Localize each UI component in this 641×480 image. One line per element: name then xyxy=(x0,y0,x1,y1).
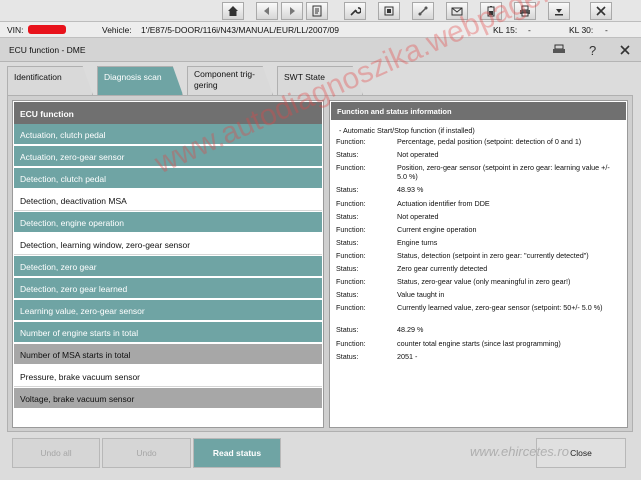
window-header: ECU function - DME ? xyxy=(0,38,641,62)
info-value: Not operated xyxy=(397,150,439,159)
tab-label: Component trig- gering xyxy=(194,69,255,90)
info-key: Function: xyxy=(336,163,366,172)
ecu-row-detection-zero-gear-learned[interactable]: Detection, zero gear learned xyxy=(14,278,322,299)
print-icon[interactable] xyxy=(514,2,536,20)
info-value: 48.29 % xyxy=(397,325,424,334)
tab-identification[interactable]: Identification xyxy=(7,66,93,95)
info-value: Zero gear currently detected xyxy=(397,264,488,273)
ecu-function-header: ECU function xyxy=(14,102,322,124)
ecu-row-detection-clutch-pedal[interactable]: Detection, clutch pedal xyxy=(14,168,322,189)
info-value: Percentage, pedal position (setpoint: de… xyxy=(397,137,582,146)
info-key: Status: xyxy=(336,352,359,361)
info-value: 48.93 % xyxy=(397,185,424,194)
kl15-value: - xyxy=(528,25,531,35)
vin-redaction xyxy=(28,25,66,34)
tab-diagnosis-scan[interactable]: Diagnosis scan xyxy=(97,66,183,95)
close-icon[interactable] xyxy=(590,2,612,20)
ecu-row-voltage-brake-vacuum[interactable]: Voltage, brake vacuum sensor xyxy=(14,388,322,409)
vehicle-label: Vehicle: xyxy=(102,25,132,35)
undo-button[interactable]: Undo xyxy=(102,438,191,468)
ecu-row-detection-zero-gear[interactable]: Detection, zero gear xyxy=(14,256,322,277)
undo-all-button[interactable]: Undo all xyxy=(12,438,100,468)
info-key: Status: xyxy=(336,150,359,159)
ecu-row-actuation-zero-gear-sensor[interactable]: Actuation, zero-gear sensor xyxy=(14,146,322,167)
function-icon[interactable] xyxy=(378,2,400,20)
info-value: counter total engine starts (since last … xyxy=(397,339,561,348)
tab-swt-state[interactable]: SWT State xyxy=(277,66,363,95)
info-value: Current engine operation xyxy=(397,225,477,234)
kl30-label: KL 30: xyxy=(569,25,594,35)
info-key: Status: xyxy=(336,185,359,194)
info-key: Function: xyxy=(336,137,366,146)
info-value: Status, zero-gear value (only meaningful… xyxy=(397,277,571,286)
info-value: 2051 - xyxy=(397,352,418,361)
info-key: Function: xyxy=(336,251,366,260)
main-toolbar xyxy=(0,0,641,22)
info-key: Function: xyxy=(336,225,366,234)
ecu-row-pressure-brake-vacuum[interactable]: Pressure, brake vacuum sensor xyxy=(14,366,322,387)
ecu-row-detection-engine-operation[interactable]: Detection, engine operation xyxy=(14,212,322,233)
help-icon[interactable]: ? xyxy=(583,41,603,59)
vehicle-value: 1'/E87/5-DOOR/116i/N43/MANUAL/EUR/LL/200… xyxy=(141,25,340,35)
read-status-button[interactable]: Read status xyxy=(193,438,281,468)
svg-text:?: ? xyxy=(589,43,596,57)
ecu-row-actuation-clutch-pedal[interactable]: Actuation, clutch pedal xyxy=(14,124,322,145)
info-key: Status: xyxy=(336,238,359,247)
ecu-row-detection-deactivation-msa[interactable]: Detection, deactivation MSA xyxy=(14,190,322,211)
info-value: Actuation identifier from DDE xyxy=(397,199,490,208)
document-icon[interactable] xyxy=(306,2,328,20)
tab-label: Identification xyxy=(14,72,62,82)
mail-icon[interactable] xyxy=(446,2,468,20)
print-window-icon[interactable] xyxy=(549,41,569,59)
window-close-icon[interactable] xyxy=(615,41,635,59)
info-key: Status: xyxy=(336,264,359,273)
window-title: ECU function - DME xyxy=(9,45,86,55)
status-info-panel: Function and status information - Automa… xyxy=(329,100,628,428)
vehicle-info-bar: VIN: Vehicle: 1'/E87/5-DOOR/116i/N43/MAN… xyxy=(0,22,641,38)
kl15-label: KL 15: xyxy=(493,25,518,35)
tab-label: Diagnosis scan xyxy=(104,72,162,82)
info-value: Status, detection (setpoint in zero gear… xyxy=(397,251,589,260)
ecu-function-list: ECU function Actuation, clutch pedal Act… xyxy=(12,100,324,428)
tab-label: SWT State xyxy=(284,72,325,82)
home-icon[interactable] xyxy=(222,2,244,20)
ecu-row-learning-value-zero-gear[interactable]: Learning value, zero-gear sensor xyxy=(14,300,322,321)
back-icon[interactable] xyxy=(256,2,278,20)
info-key: Function: xyxy=(336,199,366,208)
info-key: Function: xyxy=(336,303,366,312)
ecu-row-number-engine-starts[interactable]: Number of engine starts in total xyxy=(14,322,322,343)
forward-icon[interactable] xyxy=(281,2,303,20)
dropdown-icon[interactable] xyxy=(548,2,570,20)
info-value: Value taught in xyxy=(397,290,445,299)
battery-icon[interactable] xyxy=(480,2,502,20)
info-key: Status: xyxy=(336,290,359,299)
ecu-row-detection-learning-window[interactable]: Detection, learning window, zero-gear se… xyxy=(14,234,322,255)
vin-label: VIN: xyxy=(7,25,24,35)
info-value: Position, zero-gear sensor (setpoint in … xyxy=(397,163,610,181)
info-value: Engine turns xyxy=(397,238,438,247)
connection-icon[interactable] xyxy=(412,2,434,20)
close-button[interactable]: Close xyxy=(536,438,626,468)
info-value: Not operated xyxy=(397,212,439,221)
ecu-row-number-msa-starts[interactable]: Number of MSA starts in total xyxy=(14,344,322,365)
tab-component-triggering[interactable]: Component trig- gering xyxy=(187,66,273,95)
wrench-icon[interactable] xyxy=(344,2,366,20)
info-key: Function: xyxy=(336,339,366,348)
info-value: Currently learned value, zero-gear senso… xyxy=(397,303,603,312)
info-key: Function: xyxy=(336,277,366,286)
kl30-value: - xyxy=(605,25,608,35)
info-key: Status: xyxy=(336,212,359,221)
info-section-heading: - Automatic Start/Stop function (if inst… xyxy=(339,126,475,135)
status-info-header: Function and status information xyxy=(331,102,626,120)
info-key: Status: xyxy=(336,325,359,334)
